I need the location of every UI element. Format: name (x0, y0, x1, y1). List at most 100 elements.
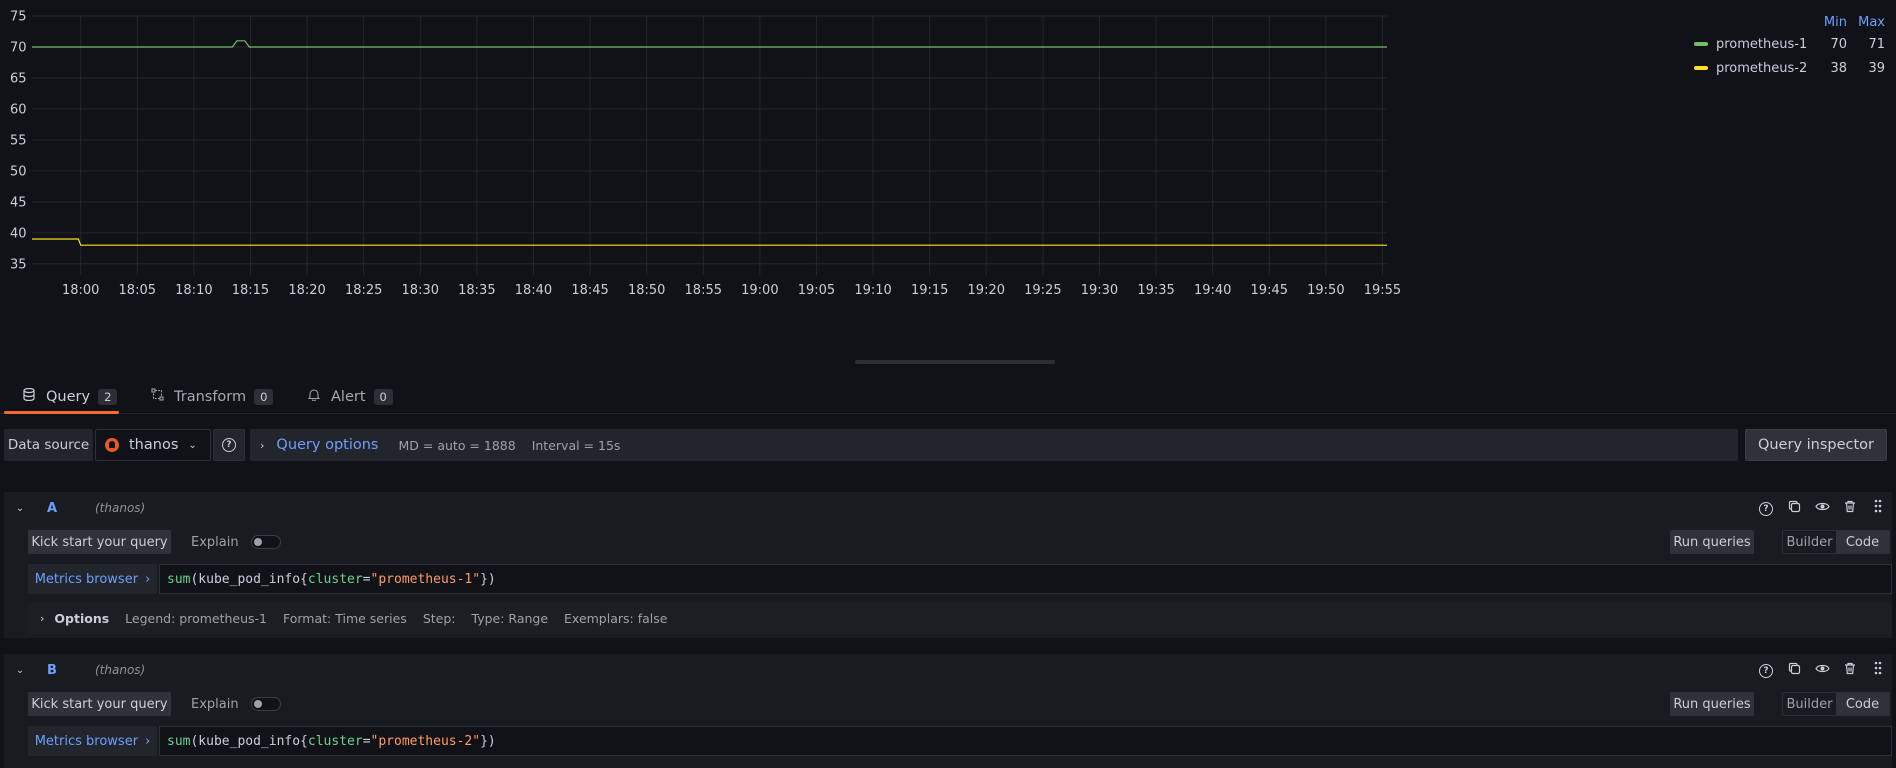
drag-handle-icon[interactable] (1864, 661, 1892, 679)
explain-toggle-row: Explain (191, 692, 281, 716)
tab-label: Transform (174, 388, 247, 405)
explain-toggle[interactable] (250, 697, 281, 711)
legend-swatch (1694, 66, 1708, 70)
drag-handle-icon[interactable] (1864, 499, 1892, 517)
tab-transform[interactable]: Transform 0 (148, 380, 274, 413)
expr-operator: = (362, 733, 371, 749)
expr-label-name: cluster (307, 733, 363, 749)
trash-icon[interactable] (1836, 662, 1864, 679)
option-legend: Legend: prometheus-1 (125, 610, 267, 626)
legend-item-prometheus-1[interactable]: prometheus-1 70 71 (1685, 32, 1885, 56)
query-row-actions: ? (1752, 492, 1892, 524)
option-step: Step: (422, 610, 456, 626)
collapse-chevron-icon[interactable]: ⌄ (9, 503, 31, 514)
query-editor-a: Kick start your query Explain Run querie… (4, 524, 1892, 638)
eye-icon[interactable] (1808, 501, 1836, 516)
x-tick-label: 18:45 (571, 283, 608, 298)
metrics-browser-button[interactable]: Metrics browser › (28, 726, 157, 756)
legend-min-header[interactable]: Min (1809, 15, 1847, 30)
run-queries-button[interactable]: Run queries (1670, 692, 1754, 716)
datasource-help-button[interactable]: ? (213, 429, 245, 461)
datasource-label: Data source (4, 429, 93, 461)
query-options-row[interactable]: › Options Legend: prometheus-1 Format: T… (28, 602, 1892, 634)
query-inspector-button[interactable]: Query inspector (1745, 429, 1887, 461)
query-datasource-name: (thanos) (95, 663, 146, 677)
tab-alert[interactable]: Alert 0 (305, 380, 393, 413)
interval-info: Interval = 15s (531, 437, 621, 453)
explain-label: Explain (191, 696, 239, 712)
expr-function: sum (167, 733, 191, 749)
tab-label: Query (46, 388, 91, 405)
code-mode-button[interactable]: Code (1836, 531, 1889, 553)
y-tick-label: 75 (10, 10, 27, 25)
metrics-browser-button[interactable]: Metrics browser › (28, 564, 157, 594)
option-format: Format: Time series (283, 610, 407, 626)
max-data-points-info: MD = auto = 1888 (398, 437, 516, 453)
query-row-header-a[interactable]: ⌄ A (thanos) ? (4, 492, 1892, 524)
builder-mode-button[interactable]: Builder (1783, 693, 1836, 715)
x-tick-label: 19:45 (1251, 283, 1288, 298)
help-icon[interactable]: ? (1752, 662, 1780, 678)
y-tick-label: 40 (10, 226, 27, 241)
legend-item-prometheus-2[interactable]: prometheus-2 38 39 (1685, 56, 1885, 80)
duplicate-query-icon[interactable] (1780, 500, 1808, 517)
trash-icon[interactable] (1836, 500, 1864, 517)
x-tick-label: 18:25 (345, 283, 382, 298)
query-ref-id[interactable]: B (47, 663, 87, 678)
legend-swatch (1694, 42, 1708, 46)
tab-query[interactable]: Query 2 (4, 380, 120, 414)
expr-label-value: "prometheus-1" (370, 571, 481, 587)
active-tab-indicator (4, 411, 120, 414)
x-tick-label: 19:35 (1137, 283, 1174, 298)
y-tick-label: 45 (10, 195, 27, 210)
builder-mode-button[interactable]: Builder (1783, 531, 1836, 553)
kick-start-button[interactable]: Kick start your query (28, 692, 171, 716)
x-tick-label: 19:20 (968, 283, 1005, 298)
explain-toggle-row: Explain (191, 530, 281, 554)
query-row-actions: ? (1752, 654, 1892, 686)
expr-label-name: cluster (307, 571, 363, 587)
options-title: Options (54, 610, 110, 626)
datasource-name: thanos (129, 437, 179, 453)
duplicate-query-icon[interactable] (1780, 662, 1808, 679)
explain-toggle[interactable] (250, 535, 281, 549)
query-row-header-b[interactable]: ⌄ B (thanos) ? (4, 654, 1892, 686)
x-tick-label: 19:55 (1364, 283, 1401, 298)
code-mode-button[interactable]: Code (1836, 693, 1889, 715)
legend-min-value: 70 (1830, 36, 1847, 52)
query-expression-input[interactable]: sum (kube_pod_info{cluster = "prometheus-1"… (159, 564, 1892, 594)
legend-max-value: 39 (1868, 60, 1885, 76)
collapse-chevron-icon[interactable]: ⌄ (9, 665, 31, 676)
query-options-toggle[interactable]: › Query options MD = auto = 1888 Interva… (250, 429, 1738, 461)
legend-series-name: prometheus-2 (1716, 60, 1808, 76)
x-tick-label: 18:50 (628, 283, 665, 298)
eye-icon[interactable] (1808, 663, 1836, 678)
editor-mode-switch: Builder Code (1782, 530, 1890, 554)
run-queries-button[interactable]: Run queries (1670, 530, 1754, 554)
x-tick-label: 19:30 (1081, 283, 1118, 298)
query-expression-input[interactable]: sum (kube_pod_info{cluster = "prometheus-2"… (159, 726, 1892, 756)
legend-max-header[interactable]: Max (1847, 15, 1885, 30)
x-tick-label: 19:50 (1307, 283, 1344, 298)
bell-icon (305, 388, 323, 405)
y-tick-label: 50 (10, 164, 27, 179)
query-ref-id[interactable]: A (47, 501, 87, 516)
query-editor-b: Kick start your query Explain Run querie… (4, 686, 1892, 768)
chevron-right-icon: › (260, 438, 265, 452)
kick-start-button[interactable]: Kick start your query (28, 530, 171, 554)
expr-metric: (kube_pod_info{ (190, 571, 308, 587)
legend-series-name: prometheus-1 (1716, 36, 1808, 52)
help-icon[interactable]: ? (1752, 500, 1780, 516)
expr-operator: = (362, 571, 371, 587)
query-datasource-name: (thanos) (95, 501, 146, 515)
chart-scrollbar[interactable] (855, 360, 1055, 364)
x-tick-label: 18:00 (62, 283, 99, 298)
x-tick-label: 18:20 (288, 283, 325, 298)
y-tick-label: 35 (10, 257, 27, 272)
explain-label: Explain (191, 534, 239, 550)
x-tick-label: 19:40 (1194, 283, 1231, 298)
series-line-prometheus-1 (32, 40, 1387, 48)
x-tick-label: 19:10 (854, 283, 891, 298)
datasource-picker[interactable]: thanos ⌄ (95, 429, 211, 461)
expr-close: }) (480, 733, 496, 749)
